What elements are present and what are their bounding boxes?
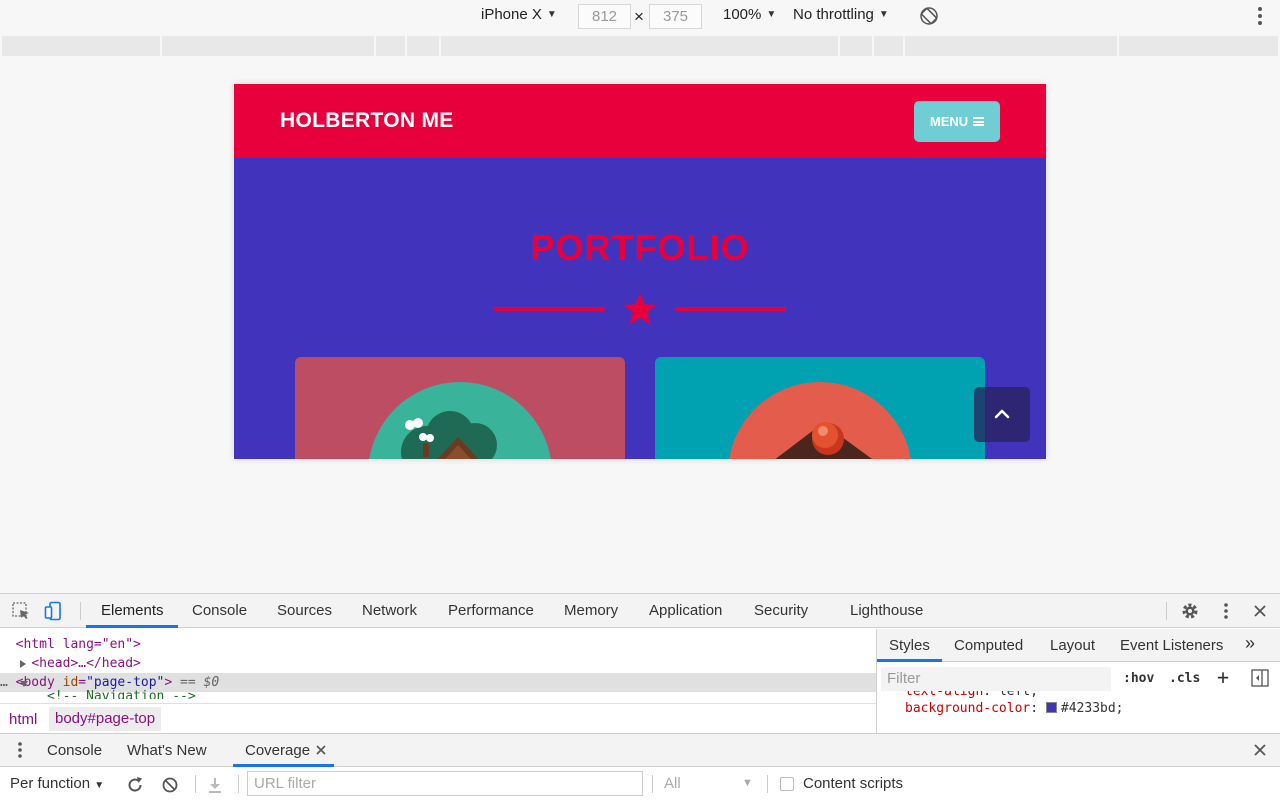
css-declaration[interactable]: text-align: left; (905, 691, 1038, 699)
devtools-tabbar: Elements Console Sources Network Perform… (0, 594, 1280, 628)
type-filter-select[interactable]: All ▼ (664, 775, 753, 792)
site-brand[interactable]: HOLBERTON ME (280, 109, 454, 133)
hamburger-icon (973, 117, 985, 126)
breadcrumb-body[interactable]: body#page-top (49, 707, 162, 731)
close-drawer-icon[interactable] (1250, 740, 1270, 760)
clear-icon[interactable] (160, 775, 180, 795)
tab-application[interactable]: Application (649, 602, 722, 619)
close-tab-icon[interactable] (314, 743, 328, 757)
caret-down-icon: ▼ (546, 9, 557, 20)
menu-button[interactable]: MENU (914, 101, 1000, 142)
tab-elements[interactable]: Elements (101, 602, 164, 619)
settings-gear-icon[interactable] (1180, 601, 1200, 621)
drawer-tabbar: Console What's New Coverage (0, 733, 1280, 767)
export-icon[interactable] (205, 775, 225, 795)
caret-down-icon: ▼ (878, 9, 889, 20)
drawer-menu-icon[interactable] (10, 740, 30, 760)
throttling-value: No throttling (793, 6, 874, 23)
site-navbar: HOLBERTON ME MENU (234, 84, 1046, 158)
elements-tree: <html lang="en"> <head>…</head> … <body … (0, 629, 876, 733)
tab-security[interactable]: Security (754, 602, 808, 619)
width-input[interactable]: 812 (578, 4, 631, 29)
device-select[interactable]: iPhone X ▼ (481, 6, 557, 23)
tab-sources[interactable]: Sources (277, 602, 332, 619)
throttling-select[interactable]: No throttling ▼ (793, 6, 889, 23)
css-declaration[interactable]: background-color: #4233bd; (905, 701, 1124, 716)
height-input[interactable]: 375 (649, 4, 702, 29)
tab-styles[interactable]: Styles (889, 637, 930, 654)
url-filter-input[interactable]: URL filter (247, 771, 643, 796)
portfolio-heading: PORTFOLIO (530, 227, 750, 268)
class-toggle[interactable]: .cls (1169, 671, 1200, 686)
breadcrumb-html[interactable]: html (9, 711, 37, 728)
portfolio-card-cake[interactable] (655, 357, 985, 459)
customize-menu-icon[interactable] (1216, 601, 1236, 621)
add-rule-icon[interactable]: + (1217, 665, 1229, 689)
device-toolbar: iPhone X ▼ 812 × 375 100% ▼ No throttlin… (0, 0, 1280, 34)
tab-network[interactable]: Network (362, 602, 417, 619)
tab-memory[interactable]: Memory (564, 602, 618, 619)
dimension-separator: × (634, 7, 644, 26)
device-viewport: HOLBERTON ME MENU PORTFOLIO (234, 84, 1046, 459)
more-tabs-icon[interactable]: » (1245, 633, 1255, 654)
zoom-value: 100% (723, 6, 762, 23)
device-name: iPhone X (481, 6, 542, 23)
coverage-mode-select[interactable]: Per function ▼ (10, 775, 104, 792)
divider-line-left (494, 307, 605, 311)
hover-state-toggle[interactable]: :hov (1123, 671, 1154, 686)
star-icon (623, 293, 657, 325)
tab-console[interactable]: Console (192, 602, 247, 619)
rotate-icon[interactable] (919, 6, 939, 26)
devtools-panel: Elements Console Sources Network Perform… (0, 593, 1280, 801)
color-swatch[interactable] (1045, 702, 1057, 713)
divider-line-right (675, 307, 786, 311)
styles-sidebar: Styles Computed Layout Event Listeners »… (876, 629, 1280, 733)
media-query-ruler (2, 36, 1278, 56)
dom-node-head[interactable]: <head>…</head> (0, 654, 876, 673)
cabin-illustration (369, 382, 551, 459)
breadcrumb: html body#page-top (0, 703, 876, 733)
zoom-select[interactable]: 100% ▼ (723, 6, 776, 23)
coverage-toolbar: Per function ▼ URL filter All ▼ Content s… (0, 768, 1280, 801)
styles-filter-input[interactable]: Filter (881, 667, 1111, 691)
more-options-icon[interactable] (1258, 7, 1262, 27)
drawer-tab-console[interactable]: Console (47, 742, 102, 759)
drawer-tab-whats-new[interactable]: What's New (127, 742, 207, 759)
menu-label: MENU (929, 114, 969, 129)
tab-lighthouse[interactable]: Lighthouse (850, 602, 923, 619)
styles-tabbar: Styles Computed Layout Event Listeners » (877, 629, 1280, 662)
tab-event-listeners[interactable]: Event Listeners (1120, 637, 1223, 654)
chevron-up-icon (994, 409, 1010, 419)
portfolio-card-cabin[interactable] (295, 357, 625, 459)
cake-illustration (729, 382, 911, 459)
tab-computed[interactable]: Computed (954, 637, 1023, 654)
dom-node-comment: <!-- Navigation --> (46, 689, 196, 699)
content-scripts-label: Content scripts (803, 775, 904, 792)
scroll-to-top-button[interactable] (974, 387, 1030, 442)
dom-node-html[interactable]: <html lang="en"> (0, 635, 876, 654)
tab-layout[interactable]: Layout (1050, 637, 1095, 654)
close-devtools-icon[interactable] (1250, 601, 1270, 621)
toggle-sidebar-icon[interactable] (1251, 669, 1269, 687)
inspect-element-icon[interactable] (11, 601, 31, 621)
reload-icon[interactable] (125, 775, 145, 795)
device-toggle-icon[interactable] (44, 601, 64, 621)
content-scripts-checkbox[interactable] (780, 777, 794, 791)
tab-performance[interactable]: Performance (448, 602, 534, 619)
drawer-tab-coverage[interactable]: Coverage (245, 742, 310, 759)
caret-down-icon: ▼ (766, 9, 777, 20)
